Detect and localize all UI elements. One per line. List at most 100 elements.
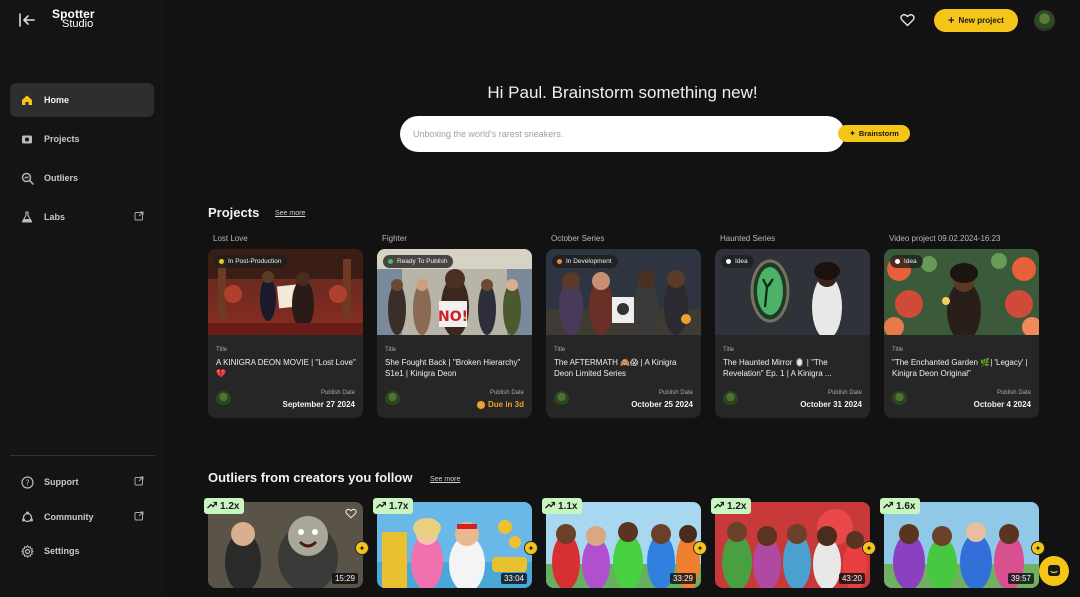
- favorites-heart-icon[interactable]: [900, 13, 915, 27]
- publish-date-label: Publish Date: [827, 390, 862, 396]
- outlier-video-card[interactable]: 33:04: [377, 502, 532, 588]
- collapse-sidebar-icon[interactable]: [18, 12, 36, 28]
- outlier-video-card[interactable]: 43:20: [715, 502, 870, 588]
- publish-date: October 4 2024: [973, 400, 1031, 409]
- status-label: Idea: [904, 258, 917, 265]
- projects-icon: [20, 132, 34, 146]
- status-label: In Development: [566, 258, 612, 265]
- sidebar-item-label: Projects: [44, 134, 80, 144]
- sparkle-action-icon[interactable]: ✦: [355, 541, 369, 555]
- svg-text:NO!: NO!: [438, 309, 468, 325]
- video-duration: 39:57: [1007, 573, 1034, 584]
- sidebar-item-projects[interactable]: Projects: [10, 122, 154, 156]
- title-label: Title: [723, 347, 735, 353]
- outlier-video-card[interactable]: 15:29: [208, 502, 363, 588]
- outliers-see-more-link[interactable]: See more: [430, 476, 460, 483]
- external-link-icon: [134, 476, 144, 486]
- title-label: Title: [216, 347, 228, 353]
- status-badge: In Post-Production: [214, 255, 288, 268]
- status-badge: Idea: [890, 255, 923, 268]
- brainstorm-search-box[interactable]: [400, 116, 845, 152]
- project-title: A KINIGRA DEON MOVIE | "Lost Love" 💔: [216, 358, 356, 378]
- sidebar-item-label: Community: [44, 512, 94, 522]
- due-clock-icon: [476, 400, 485, 409]
- chat-support-button[interactable]: [1039, 556, 1069, 586]
- save-heart-icon[interactable]: [345, 508, 357, 519]
- sidebar-item-settings[interactable]: Settings: [10, 534, 154, 568]
- creator-avatar: [385, 391, 400, 406]
- video-duration: 43:20: [838, 573, 865, 584]
- brainstorm-button[interactable]: ✦ Brainstorm: [838, 125, 910, 142]
- trending-up-icon: [376, 501, 387, 512]
- project-title: "The Enchanted Garden 🌿| 'Legacy' | Kini…: [892, 358, 1028, 378]
- sidebar-item-outliers[interactable]: Outliers: [10, 161, 154, 195]
- title-label: Title: [385, 347, 397, 353]
- projects-section-title: Projects: [208, 205, 260, 220]
- project-card[interactable]: Idea Title The Haunted Mirror 🪞 | "The R…: [715, 249, 870, 418]
- outlier-video-card[interactable]: 39:57: [884, 502, 1039, 588]
- status-label: Idea: [735, 258, 748, 265]
- sparkle-action-icon[interactable]: ✦: [524, 541, 538, 555]
- sidebar-item-home[interactable]: Home: [10, 83, 154, 117]
- status-dot: [726, 259, 731, 264]
- outliers-section-title: Outliers from creators you follow: [208, 470, 413, 485]
- sidebar-item-label: Home: [44, 95, 70, 105]
- new-project-button[interactable]: + New project: [934, 9, 1018, 32]
- project-series-label: Haunted Series: [720, 234, 776, 243]
- svg-text:?: ?: [25, 478, 29, 487]
- multiplier-value: 1.2x: [220, 500, 240, 512]
- publish-date-label: Publish Date: [489, 390, 524, 396]
- status-badge: Ready To Publish: [383, 255, 454, 268]
- sidebar-divider: [10, 455, 155, 456]
- app-logo[interactable]: Spotter Studio: [52, 8, 95, 30]
- project-card[interactable]: Idea Title "The Enchanted Garden 🌿| 'Leg…: [884, 249, 1039, 418]
- sparkle-action-icon[interactable]: ✦: [862, 541, 876, 555]
- sidebar-item-support[interactable]: ? Support: [10, 465, 154, 499]
- sparkle-action-icon[interactable]: ✦: [693, 541, 707, 555]
- settings-icon: [20, 544, 34, 558]
- project-card[interactable]: NO! Ready To Publish Title She Fought Ba…: [377, 249, 532, 418]
- publish-date-due: Due in 3d: [476, 400, 524, 409]
- project-title: The AFTERMATH 🙈😱 | A Kinigra Deon Limite…: [554, 358, 677, 378]
- publish-date: September 27 2024: [282, 400, 356, 409]
- multiplier-value: 1.2x: [727, 500, 747, 512]
- user-avatar[interactable]: [1034, 10, 1055, 31]
- publish-date: October 31 2024: [800, 400, 862, 409]
- home-icon: [20, 93, 34, 107]
- support-icon: ?: [20, 475, 34, 489]
- brainstorm-input[interactable]: [413, 129, 813, 139]
- sidebar-item-community[interactable]: Community: [10, 500, 154, 534]
- project-series-label: October Series: [551, 234, 605, 243]
- trending-up-icon: [545, 501, 556, 512]
- video-duration: 15:29: [331, 573, 358, 584]
- outlier-multiplier-badge: 1.7x: [373, 498, 414, 514]
- outlier-multiplier-badge: 1.6x: [880, 498, 921, 514]
- project-series-label: Video project 09.02.2024-16:23: [889, 234, 1001, 243]
- sidebar-item-labs[interactable]: Labs: [10, 200, 154, 234]
- video-duration: 33:29: [669, 573, 696, 584]
- title-label: Title: [554, 347, 566, 353]
- status-badge: In Development: [552, 255, 618, 268]
- status-badge: Idea: [721, 255, 754, 268]
- status-dot: [895, 259, 900, 264]
- sparkle-icon: ✦: [849, 129, 856, 138]
- status-dot: [388, 259, 393, 264]
- brainstorm-label: Brainstorm: [858, 129, 899, 138]
- sparkle-action-icon[interactable]: ✦: [1031, 541, 1045, 555]
- status-dot: [557, 259, 562, 264]
- trending-up-icon: [714, 501, 725, 512]
- outlier-multiplier-badge: 1.2x: [711, 498, 752, 514]
- sidebar: Spotter Studio Home Projects Outliers La…: [0, 0, 165, 597]
- creator-avatar: [723, 391, 738, 406]
- outlier-video-card[interactable]: 33:29: [546, 502, 701, 588]
- project-card[interactable]: In Post-Production Title A KINIGRA DEON …: [208, 249, 363, 418]
- status-label: In Post-Production: [228, 258, 282, 265]
- projects-see-more-link[interactable]: See more: [275, 210, 305, 217]
- multiplier-value: 1.6x: [896, 500, 916, 512]
- project-series-label: Lost Love: [213, 234, 248, 243]
- sidebar-item-label: Labs: [44, 212, 66, 222]
- publish-date-label: Publish Date: [996, 390, 1031, 396]
- project-card[interactable]: In Development Title The AFTERMATH 🙈😱 | …: [546, 249, 701, 418]
- publish-date-label: Publish Date: [658, 390, 693, 396]
- labs-icon: [20, 210, 34, 224]
